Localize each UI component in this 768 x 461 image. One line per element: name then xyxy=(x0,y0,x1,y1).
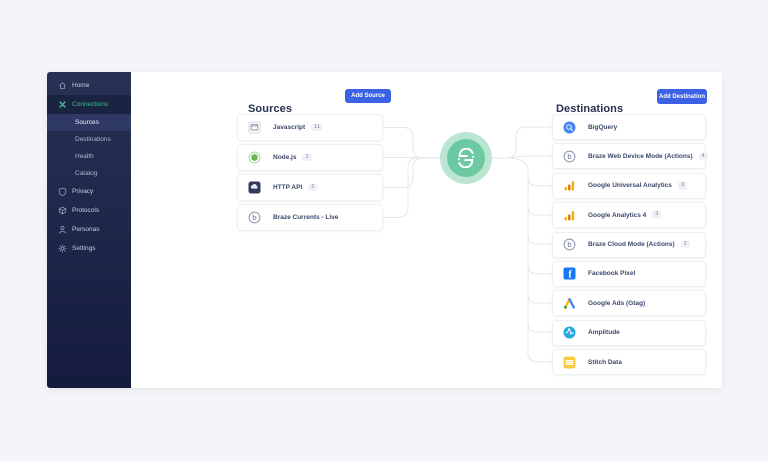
sidebar: Home Connections Sources Destinations He… xyxy=(47,72,131,388)
braze-icon: b xyxy=(563,150,576,163)
destination-card-braze-web[interactable]: b Braze Web Device Mode (Actions) 4 xyxy=(552,143,706,169)
privacy-icon xyxy=(58,187,67,196)
destination-label: Braze Cloud Mode (Actions) xyxy=(588,241,675,248)
source-card-http-api[interactable]: HTTP API 2 xyxy=(237,174,383,201)
add-source-button[interactable]: Add Source xyxy=(345,89,391,103)
destination-card-bigquery[interactable]: BigQuery xyxy=(552,114,706,140)
source-count-badge: 11 xyxy=(311,124,323,132)
google-analytics-icon xyxy=(563,209,576,222)
sidebar-item-destinations[interactable]: Destinations xyxy=(47,131,131,148)
destination-card-google-analytics-4[interactable]: Google Analytics 4 3 xyxy=(552,202,706,228)
http-api-icon xyxy=(248,181,261,194)
destination-count-badge: 4 xyxy=(699,153,708,161)
svg-text:b: b xyxy=(567,240,571,249)
protocols-icon xyxy=(58,206,67,215)
segment-logo xyxy=(447,139,485,177)
sidebar-item-connections[interactable]: Connections xyxy=(47,95,131,114)
source-label: Braze Currents - Live xyxy=(273,214,338,221)
destination-label: Google Universal Analytics xyxy=(588,182,672,189)
connections-icon xyxy=(58,100,67,109)
destination-count-badge: 2 xyxy=(681,241,690,249)
braze-icon: b xyxy=(563,238,576,251)
destination-label: Google Ads (Gtag) xyxy=(588,300,645,307)
sidebar-item-health[interactable]: Health xyxy=(47,148,131,165)
source-card-nodejs[interactable]: Node.js 2 xyxy=(237,144,383,171)
braze-icon: b xyxy=(248,211,261,224)
add-destination-button[interactable]: Add Destination xyxy=(657,89,707,104)
sidebar-item-home[interactable]: Home xyxy=(47,76,131,95)
destinations-list: BigQuery b Braze Web Device Mode (Action… xyxy=(552,114,706,375)
settings-icon xyxy=(58,244,67,253)
google-analytics-icon xyxy=(563,179,576,192)
destination-card-stitch-data[interactable]: Stitch Data xyxy=(552,349,706,375)
destination-count-badge: 3 xyxy=(678,182,687,190)
destination-card-google-ads[interactable]: Google Ads (Gtag) xyxy=(552,290,706,316)
sidebar-item-settings[interactable]: Settings xyxy=(47,239,131,258)
source-label: Node.js xyxy=(273,154,296,161)
stitch-icon xyxy=(563,356,576,369)
destination-label: Braze Web Device Mode (Actions) xyxy=(588,153,693,160)
sidebar-item-protocols[interactable]: Protocols xyxy=(47,201,131,220)
app-window: Home Connections Sources Destinations He… xyxy=(47,72,722,388)
destination-label: Amplitude xyxy=(588,329,620,336)
source-label: Javascript xyxy=(273,124,305,131)
sidebar-item-catalog[interactable]: Catalog xyxy=(47,165,131,182)
personas-icon xyxy=(58,225,67,234)
segment-hub[interactable] xyxy=(440,132,492,184)
destination-label: Facebook Pixel xyxy=(588,270,635,277)
source-card-javascript[interactable]: Javascript 11 xyxy=(237,114,383,141)
sidebar-item-sources[interactable]: Sources xyxy=(47,114,131,131)
source-count-badge: 2 xyxy=(302,154,311,162)
destination-label: Stitch Data xyxy=(588,359,622,366)
javascript-icon xyxy=(248,121,261,134)
sidebar-item-privacy[interactable]: Privacy xyxy=(47,182,131,201)
destination-label: Google Analytics 4 xyxy=(588,212,646,219)
sidebar-item-personas[interactable]: Personas xyxy=(47,220,131,239)
destination-card-braze-cloud[interactable]: b Braze Cloud Mode (Actions) 2 xyxy=(552,232,706,258)
facebook-icon: f xyxy=(563,267,576,280)
svg-text:b: b xyxy=(567,152,571,161)
home-icon xyxy=(58,81,67,90)
destination-card-amplitude[interactable]: Amplitude xyxy=(552,320,706,346)
nodejs-icon xyxy=(248,151,261,164)
source-label: HTTP API xyxy=(273,184,302,191)
destination-label: BigQuery xyxy=(588,124,617,131)
svg-text:b: b xyxy=(252,213,256,222)
source-card-braze-currents[interactable]: b Braze Currents - Live xyxy=(237,204,383,231)
amplitude-icon xyxy=(563,326,576,339)
destination-count-badge: 3 xyxy=(652,211,661,219)
destination-card-google-universal-analytics[interactable]: Google Universal Analytics 3 xyxy=(552,173,706,199)
google-ads-icon xyxy=(563,297,576,310)
bigquery-icon xyxy=(563,121,576,134)
source-count-badge: 2 xyxy=(308,184,317,192)
destination-card-facebook-pixel[interactable]: f Facebook Pixel xyxy=(552,261,706,287)
sources-list: Javascript 11 Node.js 2 HTTP API 2 b Bra… xyxy=(237,114,383,231)
